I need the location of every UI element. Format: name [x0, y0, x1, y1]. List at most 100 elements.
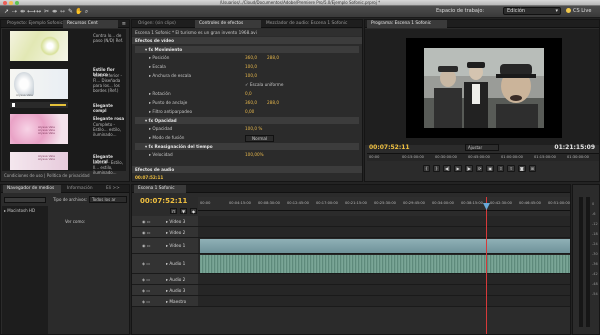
template-thumbnail[interactable]: [10, 31, 68, 61]
track-header[interactable]: ◈ ▭ ▸ Maestro: [132, 296, 198, 307]
speaker-icon[interactable]: ◈ ▭: [142, 277, 150, 282]
effect-value[interactable]: 0,00: [245, 108, 254, 115]
track-lane[interactable]: [198, 238, 570, 254]
tab-resource-central[interactable]: Recursos Cent: [63, 20, 118, 28]
template-thumbnail[interactable]: Alyssa Vale: [10, 69, 68, 99]
effects-timecode[interactable]: 00:07:52:11: [132, 174, 362, 181]
footer-links[interactable]: Condiciones de uso | Política de privaci…: [4, 173, 90, 178]
tab-sequence[interactable]: Escena 1 Sofonic: [134, 185, 186, 193]
slip-tool-icon[interactable]: ⇼: [51, 8, 58, 15]
template-thumbnail[interactable]: Alyssa Vale Alyssa Vale Alyssa Vale: [10, 114, 68, 144]
rate-stretch-tool-icon[interactable]: ↔: [35, 8, 42, 15]
effect-value[interactable]: 100,0 %: [245, 125, 262, 132]
tab-program[interactable]: Programa: Escena 1 Sofonic: [367, 20, 447, 28]
effect-value[interactable]: 360,0: [245, 54, 257, 61]
extract-icon[interactable]: ⇪: [507, 165, 515, 172]
timeline-timecode[interactable]: 00:07:52:11: [140, 197, 187, 205]
loop-icon[interactable]: ⟳: [475, 165, 484, 172]
effect-section-row[interactable]: ▾ fx Reasignación del tiempo: [135, 143, 359, 150]
filetype-label: Tipo de archivos:: [53, 197, 88, 202]
effect-property-row[interactable]: ▸ Modo de fusión Normal: [135, 134, 359, 142]
track-lane[interactable]: [198, 274, 570, 285]
track-header[interactable]: ◈ ▭ ▸ Audio 2: [132, 274, 198, 285]
playhead-line[interactable]: [486, 197, 487, 334]
filetype-select[interactable]: Todos los ar: [89, 196, 127, 203]
nav-arrows[interactable]: [4, 197, 46, 203]
eye-icon[interactable]: ◉ ▭: [142, 243, 151, 248]
panel-menu-icon[interactable]: ≡: [122, 21, 126, 27]
effect-section-row[interactable]: ▾ fx Movimiento: [135, 46, 359, 53]
lift-icon[interactable]: ⇧: [497, 165, 505, 172]
export-frame-icon[interactable]: ◙: [517, 165, 526, 172]
template-thumbnail[interactable]: Alyssa Vale Alyssa Vale: [10, 152, 68, 170]
drive-item[interactable]: ▸ Macintosh HD: [4, 208, 35, 213]
eye-icon[interactable]: ◉ ▭: [142, 219, 151, 224]
mark-in-icon[interactable]: {: [423, 165, 430, 172]
effect-property-row[interactable]: ▸ Rotación 0,0: [135, 90, 359, 97]
audio-clip[interactable]: [200, 255, 570, 273]
tab-more[interactable]: Eli >>: [102, 185, 128, 193]
effect-property-row[interactable]: ▸ Opacidad 100,0 %: [135, 125, 359, 132]
effect-property-row[interactable]: ✓ Escala uniforme: [135, 81, 359, 88]
program-ruler[interactable]: 00:00 00:15:00:00 00:30:00:00 00:45:00:00 01…: [367, 153, 599, 161]
speaker-icon[interactable]: ◈ ▭: [142, 261, 150, 266]
effect-property-row[interactable]: ▸ Anchura de escala 100,0: [135, 72, 359, 79]
rolling-edit-tool-icon[interactable]: ⟷: [27, 8, 36, 15]
tab-effect-controls[interactable]: Controles de efectos: [195, 20, 261, 28]
tab-source[interactable]: Origen: (sin clips): [134, 20, 194, 28]
trim-icon[interactable]: ⊞: [528, 165, 537, 172]
track-header[interactable]: ◈ ▭ ▸ Audio 3: [132, 285, 198, 296]
workspace-select[interactable]: Edición ▾: [503, 7, 561, 15]
effect-value[interactable]: 360,0: [245, 99, 257, 106]
fit-value: Ajustar: [468, 145, 483, 150]
tab-info[interactable]: Información: [63, 185, 101, 193]
ripple-edit-tool-icon[interactable]: ⇹: [19, 8, 26, 15]
eye-icon[interactable]: ◉ ▭: [142, 230, 151, 235]
zoom-tool-icon[interactable]: ⌕: [83, 8, 90, 15]
play-icon[interactable]: ▶: [454, 165, 462, 172]
effect-property-row[interactable]: ▸ Escala 100,0: [135, 63, 359, 70]
step-back-icon[interactable]: ◀|: [443, 165, 452, 172]
track-lane[interactable]: [198, 254, 570, 274]
effect-value[interactable]: Normal: [245, 135, 275, 142]
effect-property-row[interactable]: ▸ Punto de anclaje 360,0 288,0: [135, 99, 359, 106]
effect-value-2[interactable]: 288,0: [267, 99, 279, 106]
timeline-ruler[interactable]: 00:00 00:04:15:00 00:08:30:00 00:12:45:00 00…: [198, 197, 570, 211]
step-forward-icon[interactable]: |▶: [464, 165, 473, 172]
track-select-tool-icon[interactable]: ⇢: [11, 8, 18, 15]
mark-out-icon[interactable]: }: [433, 165, 440, 172]
video-clip[interactable]: [200, 239, 570, 253]
effect-property-row[interactable]: ▸ Filtro antiparpadeo 0,00: [135, 108, 359, 115]
pen-tool-icon[interactable]: ✎: [67, 8, 74, 15]
speaker-icon[interactable]: ◈ ▭: [142, 288, 150, 293]
effect-value[interactable]: 100,00%: [245, 151, 264, 158]
track-lane[interactable]: [198, 296, 570, 307]
cs-live-button[interactable]: CS Live: [566, 8, 591, 14]
speaker-icon[interactable]: ◈ ▭: [142, 299, 150, 304]
tab-project[interactable]: Proyecto: Ejemplo Sofonic: [3, 20, 63, 28]
selection-tool-icon[interactable]: ➚: [3, 8, 10, 15]
effect-section-row[interactable]: ▾ fx Opacidad: [135, 117, 359, 124]
tab-media-browser[interactable]: Navegador de medios: [3, 185, 61, 193]
track-header[interactable]: ◉ ▭ ▸ Vídeo 2: [132, 227, 198, 238]
track-header[interactable]: ◈ ▭ ▸ Audio 1: [132, 254, 198, 274]
track-lane[interactable]: [198, 285, 570, 296]
track-header[interactable]: ◉ ▭ ▸ Vídeo 1: [132, 238, 198, 254]
effect-value[interactable]: 100,0: [245, 63, 257, 70]
slide-tool-icon[interactable]: ⇿: [59, 8, 66, 15]
track-lane[interactable]: [198, 216, 570, 227]
safe-margins-icon[interactable]: ▣: [486, 165, 495, 172]
track-lane[interactable]: [198, 227, 570, 238]
effect-property-row[interactable]: ▸ Posición 360,0 288,0: [135, 54, 359, 61]
track-header[interactable]: ◉ ▭ ▸ Vídeo 3: [132, 216, 198, 227]
effect-value-2[interactable]: 288,0: [267, 54, 279, 61]
tab-audio-mixer[interactable]: Mezclador de audio: Escena 1 Sofonic: [262, 20, 357, 28]
effect-property-row[interactable]: ▸ Velocidad 100,00%: [135, 151, 359, 158]
effect-value[interactable]: 100,0: [245, 72, 257, 79]
track-label: ▸ Audio 3: [166, 287, 186, 293]
razor-tool-icon[interactable]: ✂: [43, 8, 50, 15]
effect-value[interactable]: 0,0: [245, 90, 252, 97]
fit-select[interactable]: Ajustar: [465, 144, 499, 151]
program-timecode[interactable]: 00:07:52:11: [369, 144, 410, 151]
hand-tool-icon[interactable]: ✋: [75, 8, 82, 15]
